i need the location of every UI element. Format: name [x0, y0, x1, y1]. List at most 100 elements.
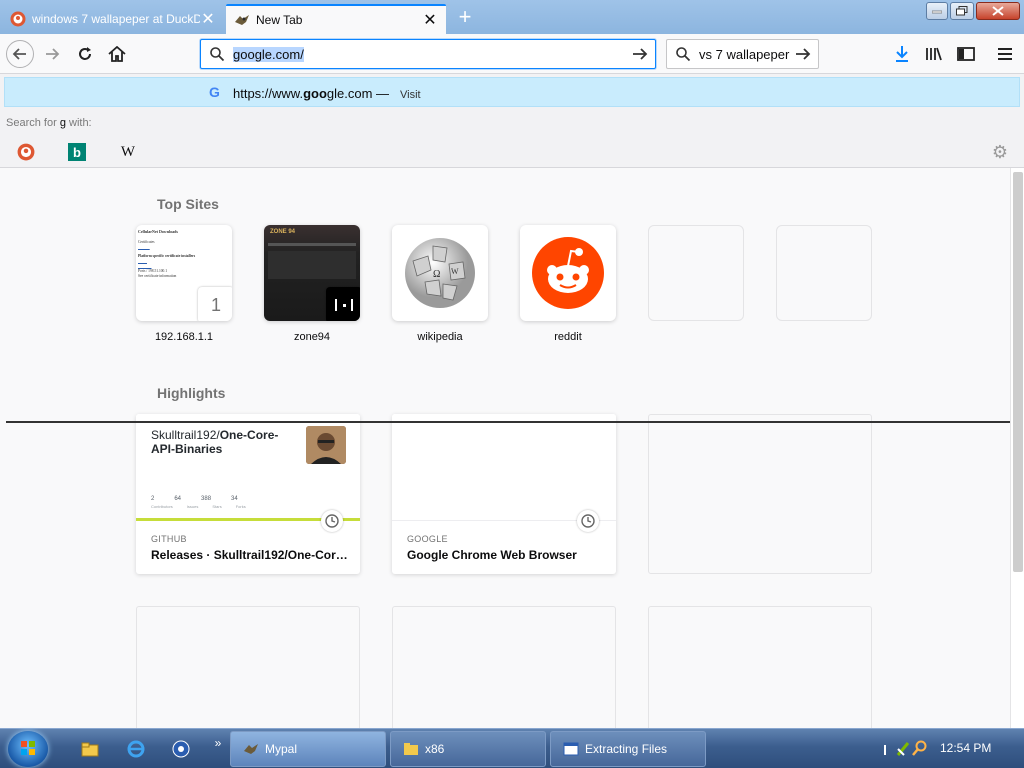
top-site-thumbnail: Ω W — [392, 225, 488, 321]
explorer-quicklaunch-icon[interactable] — [80, 739, 100, 759]
taskbar-item-x86[interactable]: x86 — [390, 731, 546, 767]
search-magnifier-icon[interactable] — [912, 740, 928, 756]
media-player-icon[interactable] — [171, 739, 191, 759]
wikipedia-engine-button[interactable]: W — [119, 143, 137, 161]
drag-divider-line — [6, 421, 1024, 423]
address-input-value[interactable]: google.com/ — [233, 47, 304, 62]
taskbar-item-extracting-files[interactable]: Extracting Files — [550, 731, 706, 767]
top-site-thumbnail: ZONE 94 — [264, 225, 360, 321]
search-input-value[interactable]: vs 7 wallapeper — [699, 47, 795, 62]
top-site-tile[interactable]: reddit — [520, 225, 616, 343]
zone94-logo: ZONE 94 — [270, 229, 296, 235]
sidebar-button[interactable] — [954, 42, 978, 66]
google-icon: G — [209, 84, 220, 100]
arrow-right-icon — [46, 48, 60, 60]
minimize-icon — [932, 10, 942, 14]
tab-new-tab[interactable]: New Tab ✕ — [226, 4, 446, 34]
top-site-label: reddit — [554, 331, 582, 343]
duckduckgo-engine-button[interactable] — [17, 143, 35, 161]
highlight-preview — [392, 414, 616, 520]
window-icon — [563, 742, 579, 756]
restore-icon — [956, 6, 968, 16]
forward-button[interactable] — [38, 40, 66, 68]
autocomplete-suggestion[interactable]: G https://www.google.com — Visit — [4, 77, 1020, 107]
top-site-tile[interactable]: ZONE 94 zone94 — [264, 225, 360, 343]
avatar — [306, 426, 346, 464]
suggestion-url: https://www.google.com — — [233, 86, 390, 101]
navigation-toolbar: google.com/ vs 7 wallapeper — [0, 34, 1024, 74]
home-icon — [108, 46, 126, 62]
restore-button[interactable] — [950, 2, 974, 20]
downloads-button[interactable] — [890, 42, 914, 66]
internet-explorer-icon[interactable] — [126, 739, 146, 759]
go-arrow-icon[interactable] — [794, 45, 812, 63]
taskbar-item-label: x86 — [425, 742, 445, 756]
highlight-placeholder — [136, 606, 360, 728]
tray-divider — [884, 745, 886, 755]
scrollbar-thumb[interactable] — [1013, 172, 1023, 572]
hamburger-menu-icon — [998, 48, 1012, 60]
top-site-placeholder — [776, 225, 872, 321]
go-arrow-icon[interactable] — [631, 45, 649, 63]
clock-icon — [321, 510, 343, 532]
taskbar-item-label: Mypal — [265, 742, 298, 756]
new-tab-button[interactable]: + — [452, 6, 478, 30]
top-site-label: 192.168.1.1 — [154, 331, 214, 343]
svg-text:Ω: Ω — [433, 269, 440, 280]
repo-stat-labels: Contributors Issues Stars Forks — [151, 504, 246, 509]
github-preview: Skulltrail192/One-Core-API-Binaries 2 64… — [136, 414, 360, 520]
search-icon — [676, 47, 691, 62]
arrow-left-icon — [12, 48, 26, 60]
highlight-title: Releases · Skulltrail192/One-Core-API-Bi… — [151, 548, 351, 562]
highlight-placeholder — [648, 414, 872, 574]
top-site-placeholder — [648, 225, 744, 321]
top-site-tile[interactable]: CellularNet Downloads Certificates Platf… — [136, 225, 232, 343]
taskbar-clock[interactable]: 12:54 PM — [940, 741, 991, 755]
highlight-placeholder — [648, 606, 872, 728]
back-button[interactable] — [6, 40, 34, 68]
top-site-badge: 1 — [198, 287, 232, 321]
close-tab-icon[interactable]: ✕ — [200, 11, 216, 28]
highlight-placeholder — [392, 606, 616, 728]
reload-button[interactable] — [71, 40, 99, 68]
duckduckgo-icon — [10, 11, 26, 27]
vertical-scrollbar[interactable] — [1010, 168, 1024, 728]
reload-icon — [79, 47, 91, 60]
taskbar-overflow-icon[interactable]: » — [208, 733, 228, 753]
highlight-card[interactable]: GOOGLE Google Chrome Web Browser — [392, 414, 616, 574]
tab-strip: windows 7 wallapeper at DuckDuc ✕ New Ta… — [0, 0, 1024, 34]
close-tab-icon[interactable]: ✕ — [422, 12, 438, 29]
bing-icon: b — [73, 144, 81, 160]
folder-icon — [404, 743, 418, 755]
urlbar-autocomplete-popup: G https://www.google.com — Visit Search … — [0, 74, 1024, 168]
highlight-title: Google Chrome Web Browser — [407, 548, 577, 562]
home-button[interactable] — [103, 40, 131, 68]
bing-engine-button[interactable]: b — [68, 143, 86, 161]
top-site-label: wikipedia — [417, 331, 463, 343]
wikipedia-globe-icon: Ω W — [405, 238, 475, 308]
wikipedia-icon: W — [120, 143, 136, 160]
highlights-heading: Highlights — [157, 385, 226, 401]
start-button[interactable] — [8, 731, 48, 767]
new-tab-page: Top Sites CellularNet Downloads Certific… — [0, 168, 1010, 728]
tab-duckduckgo[interactable]: windows 7 wallapeper at DuckDuc ✕ — [2, 4, 224, 34]
search-bar[interactable]: vs 7 wallapeper — [666, 39, 819, 69]
repo-name: Skulltrail192/One-Core-API-Binaries — [151, 428, 279, 456]
suggestion-action: Visit — [400, 89, 421, 101]
reddit-icon — [532, 237, 604, 309]
network-icon[interactable] — [896, 741, 910, 757]
close-window-button[interactable] — [976, 2, 1020, 20]
highlight-card[interactable]: Skulltrail192/One-Core-API-Binaries 2 64… — [136, 414, 360, 574]
tab-title: New Tab — [256, 13, 303, 27]
top-site-tile[interactable]: Ω W wikipedia — [392, 225, 488, 343]
minimize-button[interactable] — [926, 2, 948, 20]
library-button[interactable] — [922, 42, 946, 66]
windows-taskbar: » Mypal x86 Extracting Files 12:54 PM — [0, 728, 1024, 768]
address-bar[interactable]: google.com/ — [200, 39, 656, 69]
search-settings-gear-icon[interactable]: ⚙ — [990, 142, 1010, 162]
one-off-search-label: Search for g with: — [6, 117, 92, 129]
taskbar-item-mypal[interactable]: Mypal — [230, 731, 386, 767]
close-icon — [992, 6, 1004, 16]
tab-title: windows 7 wallapeper at DuckDuc — [32, 12, 200, 26]
menu-button[interactable] — [993, 42, 1017, 66]
